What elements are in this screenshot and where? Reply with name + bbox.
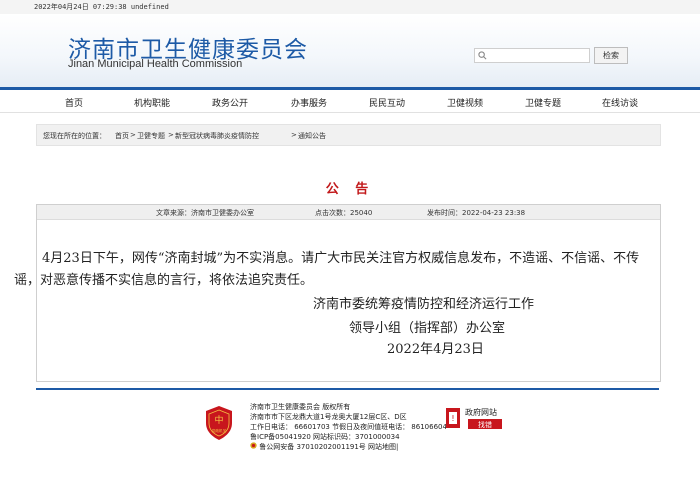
breadcrumb-item-topics[interactable]: 卫健专题 bbox=[137, 131, 165, 141]
article-meta: 文章来源：济南市卫健委办公室 点击次数：25040 发布时间：2022-04-2… bbox=[37, 205, 660, 220]
article-date: 2022年4月23日 bbox=[387, 342, 484, 357]
nav-item-home[interactable]: 首页 bbox=[65, 96, 83, 109]
footer-address: 济南市市下区龙鼎大道1号龙奥大厦12层C区、D区 bbox=[250, 413, 407, 421]
breadcrumb: 您现在所在的位置： 首页 > 卫健专题 > 新型冠状病毒肺炎疫情防控 > 通知公… bbox=[36, 124, 661, 146]
search-box[interactable] bbox=[474, 48, 590, 63]
top-status-bar: 2022年04月24日 07:29:38 undefined bbox=[0, 0, 700, 15]
datetime-text: 2022年04月24日 07:29:38 undefined bbox=[34, 3, 169, 11]
nav-item-interviews[interactable]: 在线访谈 bbox=[602, 96, 638, 109]
site-subtitle: Jinan Municipal Health Commission bbox=[68, 58, 243, 70]
signature-line-1: 济南市委统筹疫情防控和经济运行工作 bbox=[313, 297, 535, 312]
nav-item-interaction[interactable]: 民民互动 bbox=[369, 96, 405, 109]
main-nav: 首页 机构职能 政务公开 办事服务 民民互动 卫健视频 卫健专题 在线访谈 bbox=[0, 87, 700, 113]
site-header: 济南市卫生健康委员会 Jinan Municipal Health Commis… bbox=[0, 14, 700, 87]
party-gov-emblem-icon[interactable]: 中 党政机关 bbox=[204, 405, 234, 441]
footer-copyright: 济南市卫生健康委员会 版权所有 bbox=[250, 403, 351, 411]
svg-text:中: 中 bbox=[214, 414, 223, 426]
article-body: 4月23日下午，网传“济南封城”为不实消息。请广大市民关注官方权威信息发布，不造… bbox=[14, 248, 644, 292]
breadcrumb-item-notices[interactable]: 通知公告 bbox=[298, 131, 326, 141]
search-button[interactable]: 检索 bbox=[594, 47, 628, 64]
footer-info: 济南市卫生健康委员会 版权所有 济南市市下区龙鼎大道1号龙奥大厦12层C区、D区… bbox=[250, 402, 447, 452]
nav-item-video[interactable]: 卫健视频 bbox=[447, 96, 483, 109]
svg-text:!: ! bbox=[451, 414, 454, 423]
breadcrumb-item-covid[interactable]: 新型冠状病毒肺炎疫情防控 bbox=[175, 131, 259, 141]
nav-item-functions[interactable]: 机构职能 bbox=[134, 96, 170, 109]
signature-line-2: 领导小组（指挥部）办公室 bbox=[349, 321, 506, 336]
article-source: 文章来源：济南市卫健委办公室 bbox=[156, 209, 254, 217]
breadcrumb-separator: > bbox=[168, 131, 174, 139]
gov-badge-title: 政府网站 bbox=[465, 407, 497, 417]
search-input[interactable] bbox=[491, 49, 587, 62]
footer-police: 鲁公网安备 37010202001191号 网站地图| bbox=[250, 442, 447, 452]
breadcrumb-item-home[interactable]: 首页 bbox=[115, 131, 129, 141]
nav-item-topics[interactable]: 卫健专题 bbox=[525, 96, 561, 109]
article-published: 发布时间：2022-04-23 23:38 bbox=[427, 209, 526, 217]
nav-item-gov-affairs[interactable]: 政务公开 bbox=[212, 96, 248, 109]
breadcrumb-separator: > bbox=[291, 131, 297, 139]
footer-phone: 工作日电话： 66601703 节假日及夜间值班电话： 86106604 bbox=[250, 423, 447, 431]
article-paragraph: 4月23日下午，网传“济南封城”为不实消息。请广大市民关注官方权威信息发布，不造… bbox=[14, 251, 640, 288]
police-record-link[interactable]: 鲁公网安备 37010202001191号 网站地图| bbox=[259, 443, 398, 451]
nav-item-services[interactable]: 办事服务 bbox=[291, 96, 327, 109]
article-clicks: 点击次数：25040 bbox=[315, 209, 373, 217]
search-icon bbox=[478, 51, 487, 60]
breadcrumb-prefix: 您现在所在的位置： bbox=[43, 132, 106, 140]
footer-icp: 鲁ICP备05041920 网站标识码：3701000034 bbox=[250, 432, 447, 442]
emblem-text: 党政机关 bbox=[212, 428, 227, 433]
gov-website-error-badge[interactable]: ! 政府网站 找错 bbox=[444, 404, 508, 432]
police-badge-icon bbox=[250, 442, 257, 449]
gov-badge-action: 找错 bbox=[478, 420, 492, 429]
footer-divider bbox=[36, 388, 659, 390]
breadcrumb-separator: > bbox=[130, 131, 136, 139]
notice-title: 公 告 bbox=[325, 182, 375, 197]
icp-link[interactable]: 鲁ICP备05041920 网站标识码：3701000034 bbox=[250, 433, 400, 441]
